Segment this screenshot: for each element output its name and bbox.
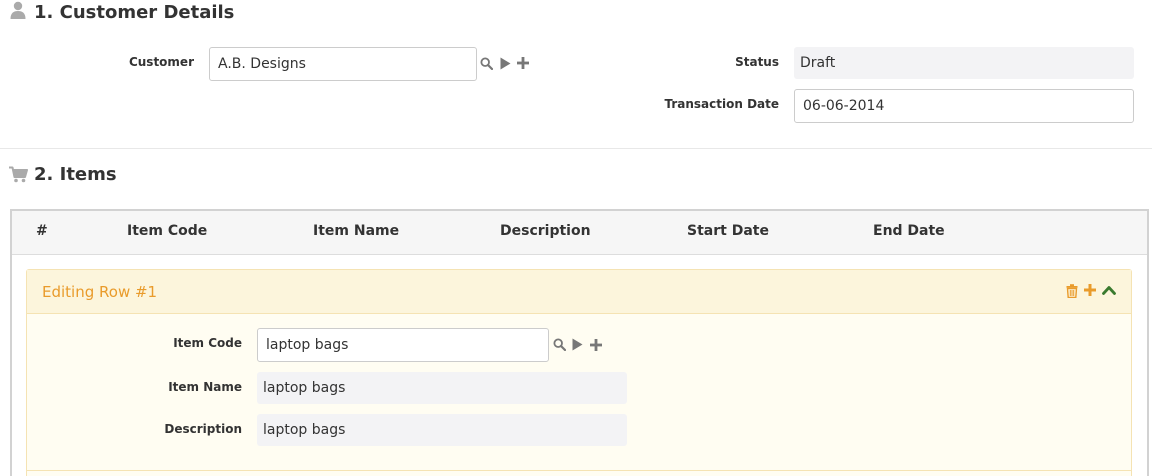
play-icon[interactable] xyxy=(500,57,511,70)
cart-icon xyxy=(9,166,28,183)
editing-row-footer-divider xyxy=(27,470,1131,471)
item-code-play-icon[interactable] xyxy=(572,338,583,351)
customer-label: Customer xyxy=(128,55,194,69)
transaction-date-label: Transaction Date xyxy=(664,97,779,111)
item-code-input[interactable]: laptop bags xyxy=(257,328,549,362)
section-title-customer-details: 1. Customer Details xyxy=(34,2,235,23)
column-header-index: # xyxy=(36,223,48,239)
item-name-value: laptop bags xyxy=(257,372,627,404)
search-icon[interactable] xyxy=(480,57,493,70)
status-value: Draft xyxy=(794,47,1134,79)
user-icon xyxy=(10,1,26,19)
description-value: laptop bags xyxy=(257,414,627,446)
item-code-search-icon[interactable] xyxy=(553,338,566,351)
add-row-plus-icon[interactable] xyxy=(1084,284,1096,296)
transaction-date-input[interactable]: 06-06-2014 xyxy=(794,89,1134,123)
status-label: Status xyxy=(735,55,779,69)
column-header-start-date: Start Date xyxy=(687,223,769,239)
trash-icon[interactable] xyxy=(1066,284,1078,298)
column-header-item-name: Item Name xyxy=(313,223,400,239)
section-title-items: 2. Items xyxy=(34,164,117,185)
item-name-label: Item Name xyxy=(168,380,242,394)
grid-header-row: # Item Code Item Name Description Start … xyxy=(12,211,1147,255)
column-header-end-date: End Date xyxy=(873,223,945,239)
description-label: Description xyxy=(164,422,242,436)
plus-icon[interactable] xyxy=(517,57,529,69)
editing-row-header: Editing Row #1 xyxy=(27,270,1131,314)
column-header-description: Description xyxy=(500,223,591,239)
customer-input[interactable]: A.B. Designs xyxy=(209,47,477,81)
section-divider xyxy=(0,148,1152,149)
chevron-up-icon[interactable] xyxy=(1102,285,1116,295)
item-code-label: Item Code xyxy=(173,336,242,350)
editing-row-title: Editing Row #1 xyxy=(42,283,158,301)
item-code-plus-icon[interactable] xyxy=(590,339,602,351)
column-header-item-code: Item Code xyxy=(127,223,208,239)
